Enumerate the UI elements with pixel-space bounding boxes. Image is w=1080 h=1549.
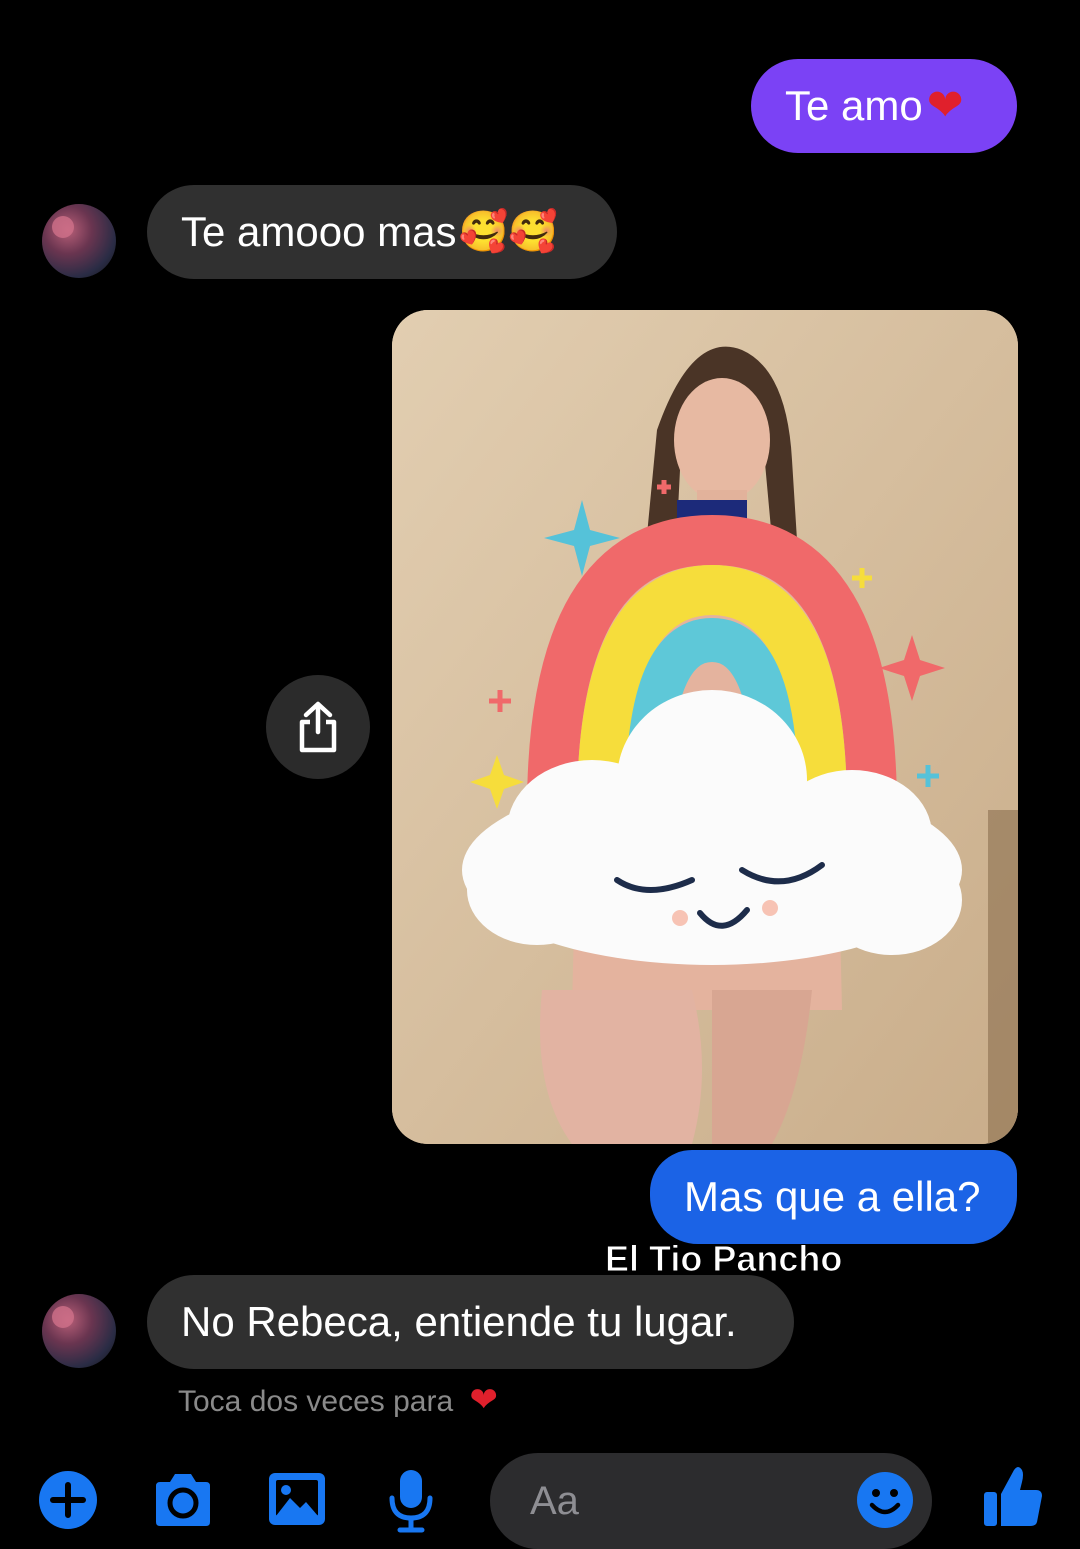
incoming-message-1[interactable]: Te amooo mas 🥰🥰 xyxy=(147,185,617,279)
incoming-message-2[interactable]: No Rebeca, entiende tu lugar. xyxy=(147,1275,794,1369)
photo-attachment[interactable] xyxy=(392,310,1018,1144)
outgoing-message-2[interactable]: Mas que a ella? xyxy=(650,1150,1017,1244)
outgoing-message-1[interactable]: Te amo ❤ xyxy=(751,59,1017,153)
heart-emoji: ❤ xyxy=(926,80,964,131)
watermark-text: El Tio Pancho xyxy=(604,1238,843,1280)
share-button[interactable] xyxy=(266,675,370,779)
microphone-icon[interactable] xyxy=(386,1468,436,1534)
photo-image xyxy=(392,310,1018,1144)
double-tap-hint: Toca dos veces para ❤ xyxy=(178,1380,498,1420)
message-composer[interactable]: Aa xyxy=(490,1453,932,1549)
composer-placeholder[interactable]: Aa xyxy=(530,1479,579,1524)
message-text: Te amooo mas xyxy=(181,208,457,255)
gallery-icon[interactable] xyxy=(266,1470,328,1528)
message-text: Mas que a ella? xyxy=(684,1173,981,1220)
emoji-icon[interactable] xyxy=(856,1471,914,1529)
smiling-hearts-emoji: 🥰🥰 xyxy=(458,209,559,255)
message-text: No Rebeca, entiende tu lugar. xyxy=(181,1298,737,1345)
hint-text: Toca dos veces para xyxy=(178,1385,454,1418)
camera-icon[interactable] xyxy=(150,1470,216,1530)
share-icon xyxy=(299,701,337,753)
heart-emoji: ❤ xyxy=(469,1380,499,1420)
thumbs-up-icon[interactable] xyxy=(982,1464,1044,1530)
plus-circle-icon[interactable] xyxy=(38,1470,98,1530)
contact-avatar[interactable] xyxy=(42,1294,116,1368)
contact-avatar[interactable] xyxy=(42,204,116,278)
message-text: Te amo xyxy=(785,82,923,129)
